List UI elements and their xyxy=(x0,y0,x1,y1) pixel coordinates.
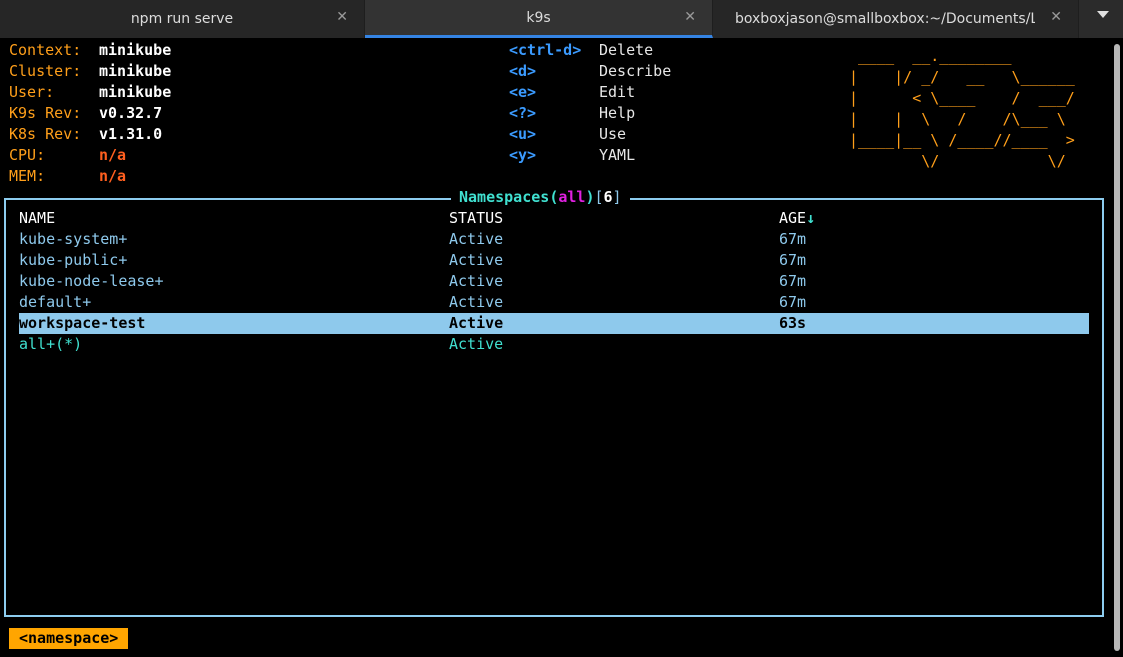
namespace-name: default+ xyxy=(19,293,92,311)
table-row[interactable]: kube-public+ Active 67m xyxy=(19,250,1089,271)
namespace-status: Active xyxy=(449,251,504,269)
scrollbar-thumb[interactable] xyxy=(1114,44,1120,651)
namespace-name: kube-public+ xyxy=(19,251,128,269)
shortcut-action-help: Help xyxy=(599,104,636,122)
tab-label: npm run serve xyxy=(130,11,234,27)
panel-title-resource: Namespaces xyxy=(459,188,550,206)
cluster-label: Cluster: xyxy=(9,62,82,80)
tab-k9s[interactable]: k9s ✕ xyxy=(365,0,713,38)
user-label: User: xyxy=(9,83,55,101)
panel-title-count: 6 xyxy=(603,188,613,206)
mem-value: n/a xyxy=(99,167,127,185)
namespace-age: 67m xyxy=(779,230,807,248)
panel-title: Namespaces(all)[6] xyxy=(451,187,630,208)
namespace-age: 63s xyxy=(779,314,807,332)
namespace-name: kube-node-lease+ xyxy=(19,272,164,290)
shortcut-key-edit: <e> xyxy=(509,83,537,101)
tab-label: boxboxjason@smallboxbox:~/Documents/L... xyxy=(735,11,1035,27)
k9s-logo: ____ __.________ | |/ _/ __ \______ | < … xyxy=(849,47,1075,170)
k8s-rev-value: v1.31.0 xyxy=(99,125,163,143)
namespace-age: 67m xyxy=(779,293,807,311)
namespace-name: kube-system+ xyxy=(19,230,128,248)
panel-title-bracket: [ xyxy=(594,188,604,206)
shortcut-key-help: <?> xyxy=(509,104,537,122)
column-header-age-label: AGE xyxy=(779,209,807,227)
namespace-name: all+(*) xyxy=(19,335,83,353)
close-icon[interactable]: ✕ xyxy=(336,9,348,25)
shortcut-action-yaml: YAML xyxy=(599,146,636,164)
column-header-age[interactable]: AGE↓ xyxy=(779,208,815,229)
context-value: minikube xyxy=(99,41,172,59)
namespace-status: Active xyxy=(449,314,504,332)
column-header-name[interactable]: NAME xyxy=(19,208,55,229)
panel-title-bracket: ] xyxy=(612,188,622,206)
tab-npm-run-serve[interactable]: npm run serve ✕ xyxy=(0,0,365,38)
table-row[interactable]: default+ Active 67m xyxy=(19,292,1089,313)
shortcut-action-use: Use xyxy=(599,125,627,143)
breadcrumb: <namespace> xyxy=(9,628,129,649)
k8s-rev-label: K8s Rev: xyxy=(9,125,82,143)
close-icon[interactable]: ✕ xyxy=(1050,9,1062,25)
table-row[interactable]: kube-system+ Active 67m xyxy=(19,229,1089,250)
table-row[interactable]: all+(*) Active xyxy=(19,334,1089,355)
namespace-name: workspace-test xyxy=(19,314,146,332)
k9s-rev-value: v0.32.7 xyxy=(99,104,163,122)
k9s-rev-label: K9s Rev: xyxy=(9,104,82,122)
tab-shell[interactable]: boxboxjason@smallboxbox:~/Documents/L...… xyxy=(713,0,1079,38)
namespace-status: Active xyxy=(449,293,504,311)
close-icon[interactable]: ✕ xyxy=(684,9,696,25)
scrollbar[interactable] xyxy=(1112,38,1123,657)
shortcut-key-delete: <ctrl-d> xyxy=(509,41,582,59)
shortcut-action-describe: Describe xyxy=(599,62,672,80)
table-row[interactable]: kube-node-lease+ Active 67m xyxy=(19,271,1089,292)
shortcut-action-delete: Delete xyxy=(599,41,654,59)
column-header-status[interactable]: STATUS xyxy=(449,208,503,229)
panel-title-filter: all xyxy=(558,188,586,206)
shortcut-key-yaml: <y> xyxy=(509,146,537,164)
shortcut-action-edit: Edit xyxy=(599,83,636,101)
mem-label: MEM: xyxy=(9,167,46,185)
namespace-status: Active xyxy=(449,230,504,248)
cpu-label: CPU: xyxy=(9,146,46,164)
panel-title-paren: ( xyxy=(549,188,559,206)
context-label: Context: xyxy=(9,41,82,59)
table-header: NAME STATUS AGE↓ xyxy=(19,208,1089,229)
shortcut-key-describe: <d> xyxy=(509,62,537,80)
namespace-age: 67m xyxy=(779,272,807,290)
namespace-status: Active xyxy=(449,272,504,290)
shortcut-key-use: <u> xyxy=(509,125,537,143)
user-value: minikube xyxy=(99,83,172,101)
cpu-value: n/a xyxy=(99,146,127,164)
cluster-value: minikube xyxy=(99,62,172,80)
tab-label: k9s xyxy=(526,9,551,26)
namespace-status: Active xyxy=(449,335,504,353)
table-row-selected[interactable]: workspace-test Active 63s xyxy=(19,313,1089,334)
sort-desc-icon: ↓ xyxy=(806,209,816,227)
chevron-down-icon[interactable] xyxy=(1097,11,1109,18)
tab-bar: npm run serve ✕ k9s ✕ boxboxjason@smallb… xyxy=(0,0,1123,38)
namespace-age: 67m xyxy=(779,251,807,269)
